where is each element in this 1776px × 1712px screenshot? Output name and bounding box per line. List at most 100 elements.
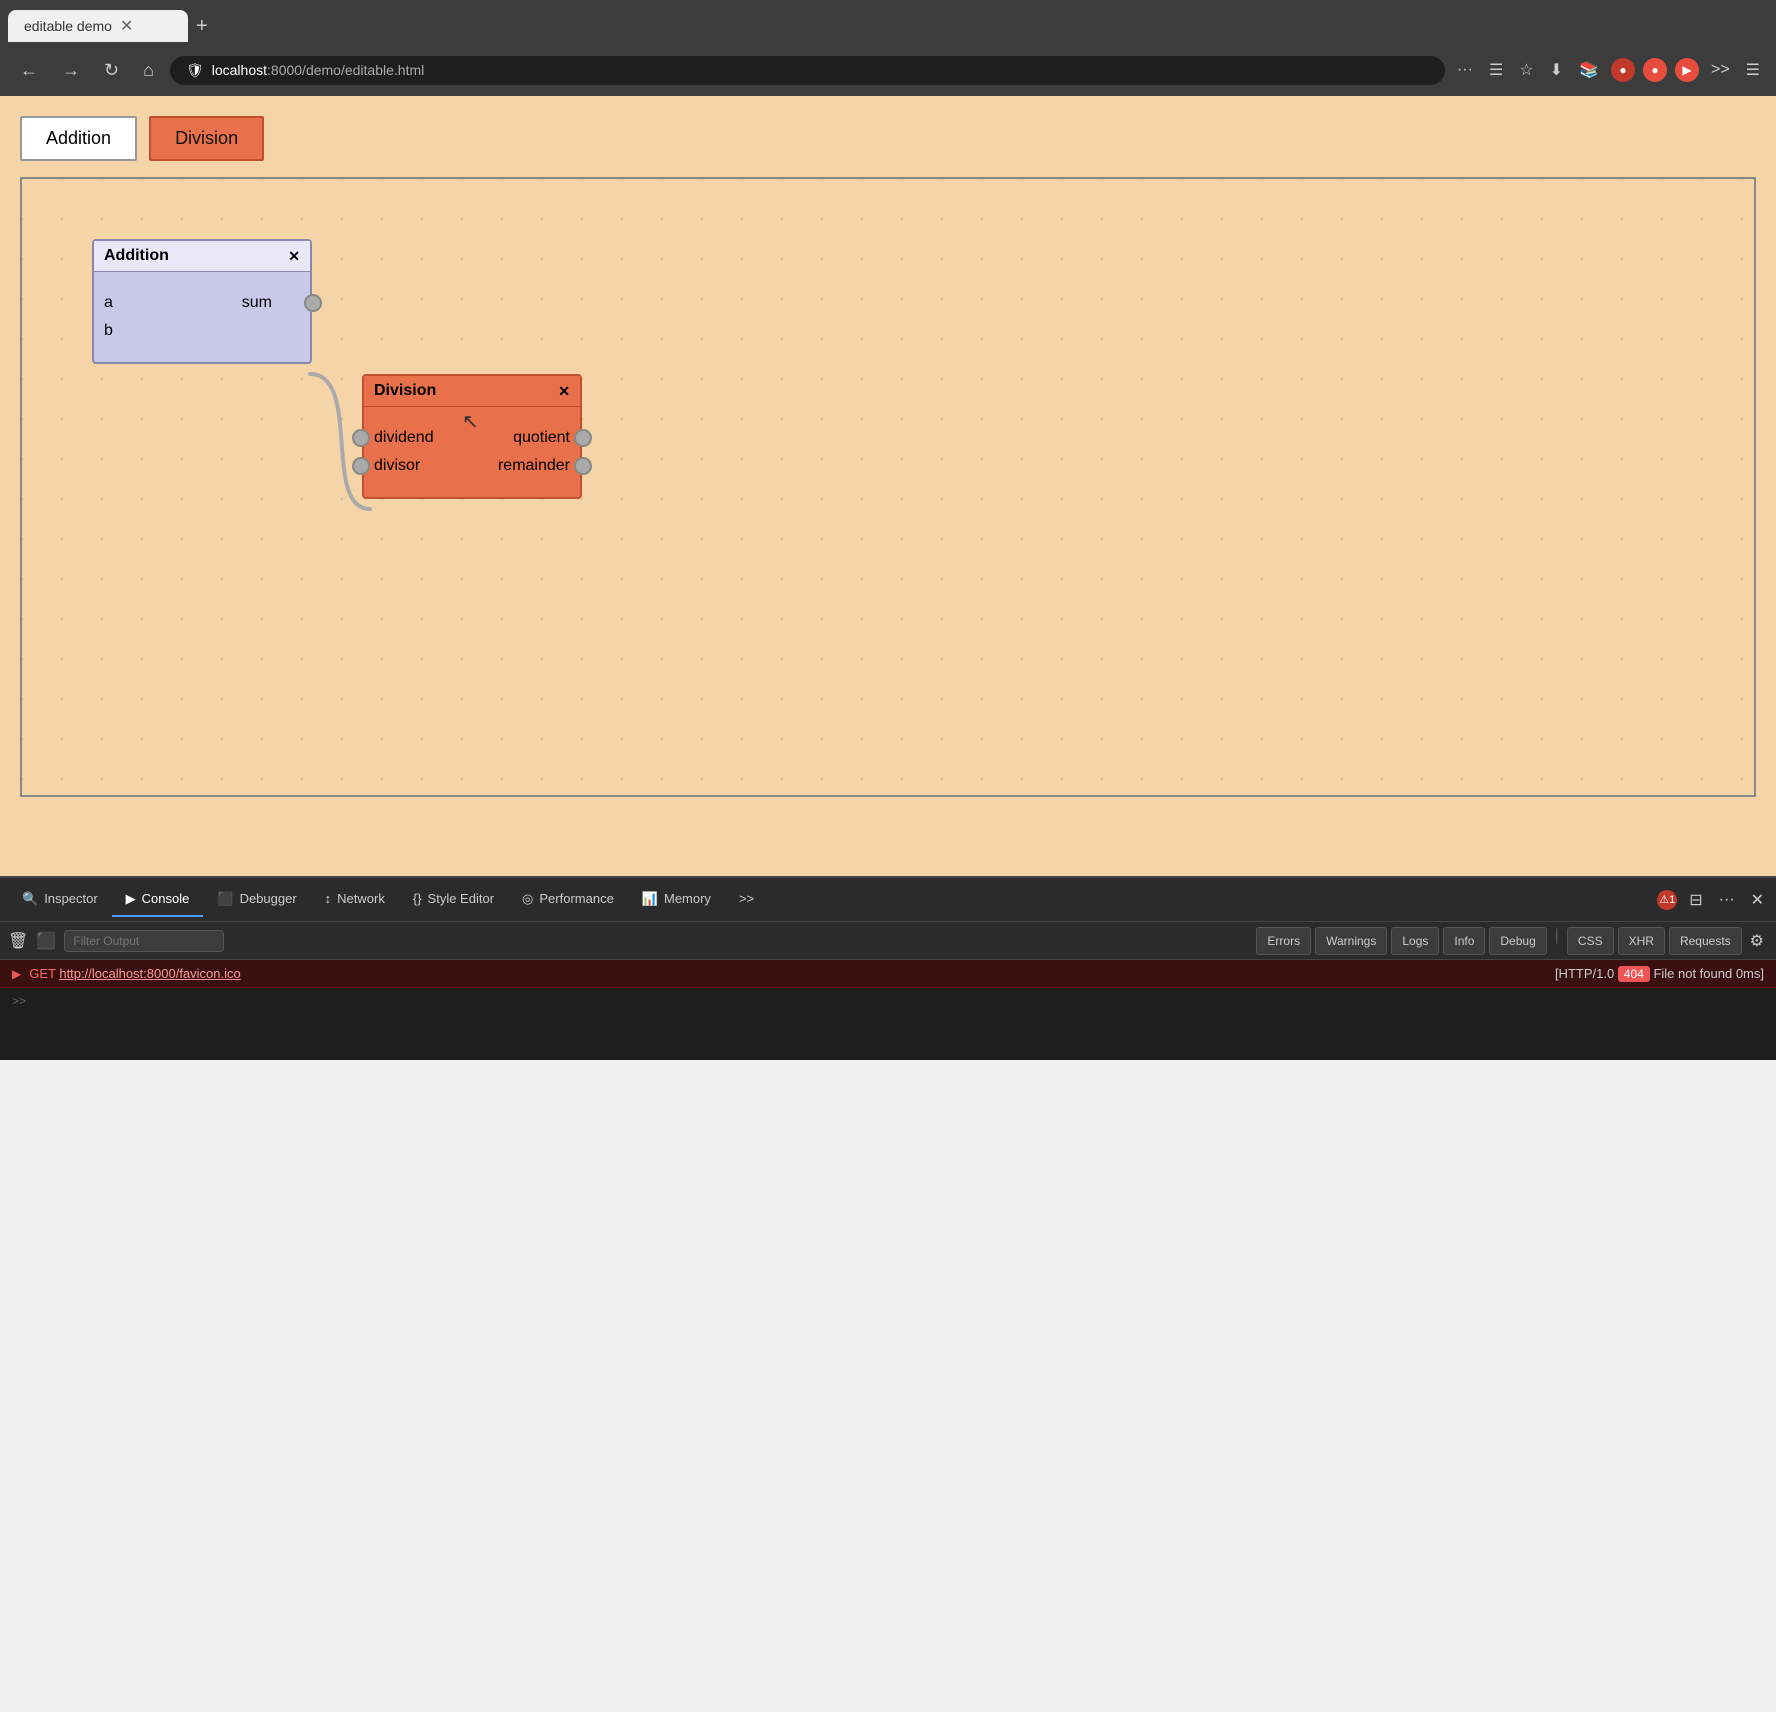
error-icon: ⚠ [1659, 893, 1669, 906]
filter-errors-btn[interactable]: Errors [1256, 927, 1311, 955]
network-icon: ↕ [325, 891, 332, 906]
new-tab-button[interactable]: + [196, 15, 208, 38]
tab-inspector[interactable]: 🔍 Inspector [8, 883, 112, 917]
addition-node-title: Addition [104, 247, 169, 265]
tab-close-button[interactable]: ✕ [120, 16, 133, 36]
memory-icon: 📊 [642, 891, 658, 907]
devtools-panel: 🔍 Inspector ▶ Console ⬛ Debugger ↕ Netwo… [0, 876, 1776, 1060]
filter-icon: ⬛ [36, 931, 56, 951]
division-node[interactable]: Division ✕ dividend quotient divisor rem… [362, 374, 582, 499]
reload-button[interactable]: ↻ [96, 56, 127, 85]
addition-port-b-label: b [104, 322, 113, 340]
devtools-content: ▶ GET http://localhost:8000/favicon.ico … [0, 960, 1776, 1060]
tab-style-editor[interactable]: {} Style Editor [399, 883, 508, 916]
tab-console[interactable]: ▶ Console [112, 883, 204, 917]
clear-console-icon[interactable]: 🗑 [8, 931, 28, 951]
performance-icon: ◎ [522, 891, 533, 907]
addition-button[interactable]: Addition [20, 116, 137, 161]
division-node-title: Division [374, 382, 436, 400]
back-button[interactable]: ← [12, 56, 46, 85]
error-count: 1 [1669, 894, 1675, 906]
addition-port-a-label: a [104, 294, 113, 312]
addition-node-close[interactable]: ✕ [288, 248, 300, 265]
library-icon[interactable]: 📚 [1575, 56, 1603, 84]
node-toolbar: Addition Division [20, 116, 1756, 161]
pocket-icon[interactable]: ☰ [1485, 56, 1507, 84]
nav-bar: ← → ↻ ⌂ 🛡 localhost:8000/demo/editable.h… [0, 44, 1776, 96]
browser-tab[interactable]: editable demo ✕ [8, 10, 188, 42]
console-label: Console [142, 891, 190, 906]
devtools-close-icon[interactable]: ✕ [1747, 886, 1768, 914]
devtools-split-icon[interactable]: ⊟ [1685, 886, 1706, 914]
error-method: GET [29, 966, 59, 981]
shield-icon: 🛡 [186, 62, 204, 79]
filter-buttons: Errors Warnings Logs Info Debug | CSS XH… [1256, 927, 1768, 955]
tab-bar: editable demo ✕ + [0, 0, 1776, 44]
devtools-more-icon[interactable]: ··· [1715, 887, 1739, 913]
filter-requests-btn[interactable]: Requests [1669, 927, 1742, 955]
division-quotient-label: quotient [513, 429, 570, 447]
more-options-icon[interactable]: ··· [1453, 57, 1477, 83]
tab-memory[interactable]: 📊 Memory [628, 883, 725, 917]
status-404-badge: 404 [1618, 966, 1650, 982]
memory-label: Memory [664, 891, 711, 906]
division-button[interactable]: Division [149, 116, 264, 161]
division-dividend-row: dividend quotient [374, 429, 570, 447]
home-button[interactable]: ⌂ [135, 56, 162, 85]
devtools-right-controls: ⚠ 1 ⊟ ··· ✕ [1657, 886, 1768, 914]
debugger-icon: ⬛ [217, 891, 233, 907]
console-prompt: >> [0, 988, 1776, 1014]
error-status: [HTTP/1.0 404 File not found 0ms] [1555, 966, 1764, 981]
address-bar[interactable]: 🛡 localhost:8000/demo/editable.html [170, 56, 1445, 85]
filter-debug-btn[interactable]: Debug [1489, 927, 1546, 955]
settings-icon[interactable]: ⚙ [1746, 927, 1768, 955]
bookmark-icon[interactable]: ☆ [1515, 56, 1537, 84]
download-icon[interactable]: ⬇ [1546, 56, 1567, 84]
tab-title: editable demo [24, 18, 112, 34]
error-url[interactable]: http://localhost:8000/favicon.ico [59, 966, 240, 981]
network-label: Network [337, 891, 385, 906]
division-node-close[interactable]: ✕ [558, 383, 570, 400]
filter-input[interactable] [64, 930, 224, 952]
user-icon-2[interactable]: ● [1643, 58, 1667, 82]
filter-info-btn[interactable]: Info [1443, 927, 1485, 955]
debugger-label: Debugger [240, 891, 297, 906]
division-divisor-port[interactable] [352, 457, 370, 475]
tab-performance[interactable]: ◎ Performance [508, 883, 628, 917]
filter-css-btn[interactable]: CSS [1567, 927, 1614, 955]
overflow-icon[interactable]: >> [1707, 57, 1734, 83]
browser-chrome: editable demo ✕ + ← → ↻ ⌂ 🛡 localhost:80… [0, 0, 1776, 96]
error-expand-arrow[interactable]: ▶ [12, 967, 21, 981]
console-prompt-icon: >> [12, 994, 26, 1008]
addition-sum-port[interactable] [304, 294, 322, 312]
record-icon[interactable]: ▶ [1675, 58, 1699, 82]
division-quotient-port[interactable] [574, 429, 592, 447]
console-error-row: ▶ GET http://localhost:8000/favicon.ico … [0, 960, 1776, 988]
addition-node-header: Addition ✕ [94, 241, 310, 272]
division-divisor-row: divisor remainder [374, 457, 570, 475]
division-dividend-port[interactable] [352, 429, 370, 447]
inspector-icon: 🔍 [22, 891, 38, 907]
tab-debugger[interactable]: ⬛ Debugger [203, 883, 310, 917]
filter-xhr-btn[interactable]: XHR [1618, 927, 1665, 955]
console-icon: ▶ [126, 891, 136, 907]
tab-network[interactable]: ↕ Network [311, 883, 399, 916]
hamburger-menu[interactable]: ☰ [1742, 56, 1764, 84]
tab-more[interactable]: >> [725, 883, 768, 916]
addition-port-b-row: b [104, 322, 300, 340]
style-editor-icon: {} [413, 891, 422, 906]
user-icon-1[interactable]: ● [1611, 58, 1635, 82]
addition-node[interactable]: Addition ✕ a sum b [92, 239, 312, 364]
devtools-toolbar: 🗑 ⬛ Errors Warnings Logs Info Debug | CS… [0, 922, 1776, 960]
filter-logs-btn[interactable]: Logs [1391, 927, 1439, 955]
forward-button[interactable]: → [54, 56, 88, 85]
filter-warnings-btn[interactable]: Warnings [1315, 927, 1387, 955]
addition-node-body: a sum b [94, 272, 310, 362]
division-remainder-port[interactable] [574, 457, 592, 475]
division-divisor-label: divisor [374, 457, 420, 475]
division-node-header: Division ✕ [364, 376, 580, 407]
division-remainder-label: remainder [498, 457, 570, 475]
canvas-area[interactable]: Addition ✕ a sum b Division ✕ [20, 177, 1756, 797]
url-display: localhost:8000/demo/editable.html [212, 62, 424, 78]
style-editor-label: Style Editor [428, 891, 494, 906]
